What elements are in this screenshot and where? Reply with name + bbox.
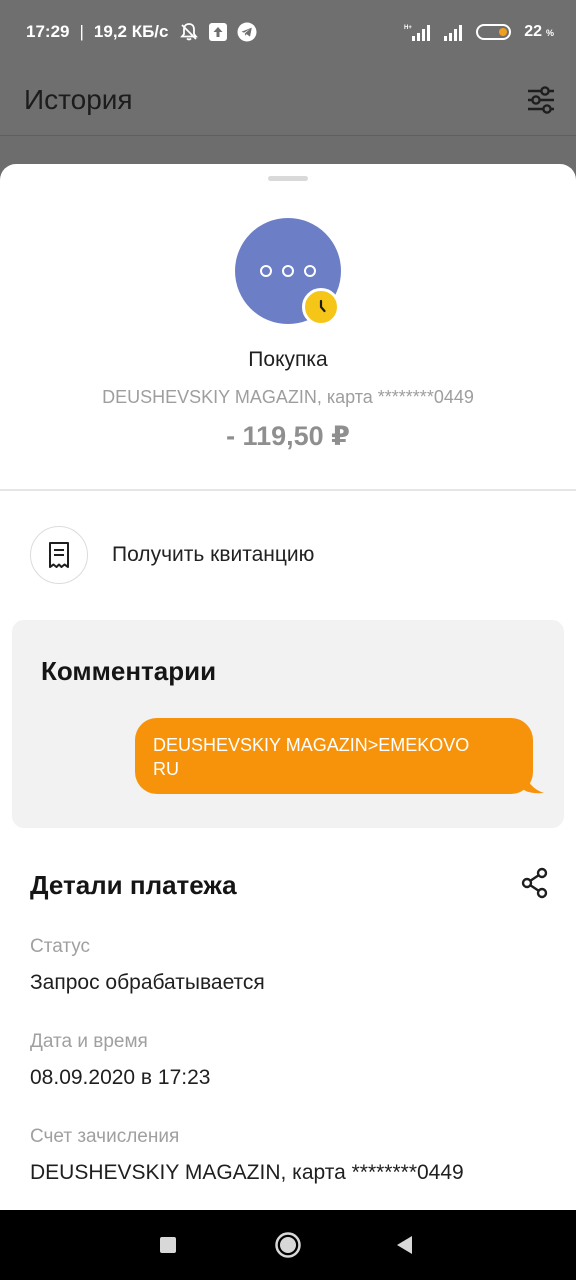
- status-time: 17:29: [26, 22, 70, 41]
- status-value: Запрос обрабатывается: [30, 971, 265, 994]
- divider: [0, 489, 576, 491]
- sliders-icon: [528, 85, 554, 114]
- square-icon: [160, 1237, 176, 1253]
- upload-icon: [208, 23, 227, 41]
- battery-level: 22%: [524, 23, 554, 40]
- transaction-type: Покупка: [248, 348, 328, 371]
- receipt-label: Получить квитанцию: [112, 543, 315, 566]
- system-nav-bar: [0, 1210, 576, 1280]
- back-triangle-icon: [397, 1236, 412, 1254]
- status-bar: 17:29 | 19,2 КБ/с H+ 22%: [0, 0, 576, 64]
- status-right: H+ 22%: [404, 22, 554, 42]
- share-icon: [521, 867, 548, 899]
- more-dots-icon: [260, 265, 316, 277]
- comment-bubble: DEUSHEVSKIY MAGAZIN>EMEKOVO RU: [135, 718, 533, 794]
- telegram-icon: [237, 22, 257, 42]
- transaction-amount: - 119,50 ₽: [226, 421, 350, 451]
- filter-button[interactable]: [526, 85, 556, 115]
- datetime-value: 08.09.2020 в 17:23: [30, 1066, 211, 1089]
- signal-icon: H+: [404, 22, 434, 42]
- svg-text:H+: H+: [404, 25, 412, 31]
- page-title: История: [24, 83, 133, 115]
- receipt-icon: [30, 526, 88, 584]
- status-separator: |: [79, 22, 84, 41]
- status-left: 17:29 | 19,2 КБ/с: [26, 22, 257, 42]
- comment-line-1: DEUSHEVSKIY MAGAZIN>EMEKOVO: [153, 735, 470, 755]
- account-label: Счет зачисления: [30, 1126, 180, 1147]
- comments-card: Комментарии DEUSHEVSKIY MAGAZIN>EMEKOVO …: [12, 620, 564, 828]
- share-button[interactable]: [518, 866, 552, 900]
- circle-icon: [275, 1232, 301, 1258]
- status-speed: 19,2 КБ/с: [93, 22, 169, 41]
- signal-icon: [444, 22, 466, 42]
- back-button[interactable]: [394, 1234, 416, 1256]
- recent-apps-button[interactable]: [158, 1235, 178, 1255]
- battery-icon: [476, 23, 514, 41]
- details-title: Детали платежа: [30, 870, 237, 900]
- transaction-merchant: DEUSHEVSKIY MAGAZIN, карта ********0449: [102, 387, 474, 407]
- bell-off-icon: [179, 22, 199, 42]
- screen: 17:29 | 19,2 КБ/с H+ 22% История Покупка…: [0, 0, 576, 1280]
- transaction-sheet: Покупка DEUSHEVSKIY MAGAZIN, карта *****…: [0, 164, 576, 1210]
- app-header: История: [0, 64, 576, 136]
- account-value: DEUSHEVSKIY MAGAZIN, карта ********0449: [30, 1161, 464, 1184]
- home-button[interactable]: [274, 1231, 302, 1259]
- drag-handle[interactable]: [268, 176, 308, 181]
- status-label: Статус: [30, 936, 91, 957]
- get-receipt-button[interactable]: Получить квитанцию: [30, 526, 314, 584]
- comments-title: Комментарии: [41, 656, 217, 686]
- datetime-label: Дата и время: [30, 1031, 148, 1052]
- clock-icon: [302, 288, 340, 326]
- bubble-tail: [524, 770, 544, 794]
- comment-line-2: RU: [153, 759, 179, 779]
